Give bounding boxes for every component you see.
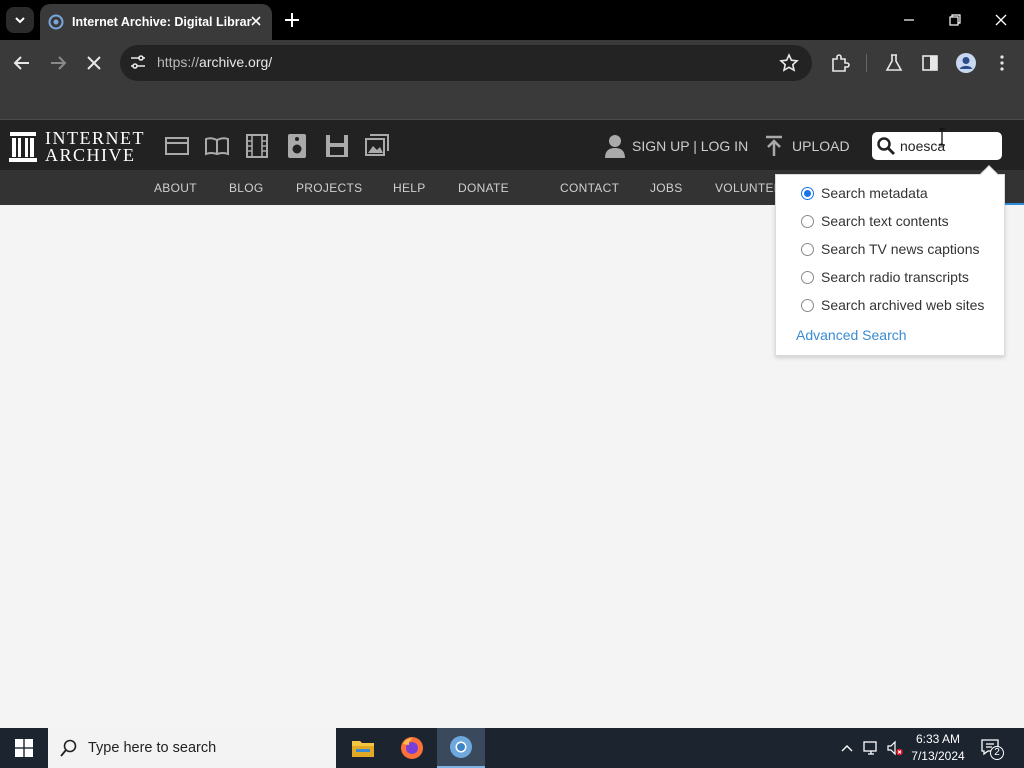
tab-title: Internet Archive: Digital Library bbox=[72, 15, 252, 29]
close-tab-icon[interactable] bbox=[248, 13, 264, 29]
ia-top-nav: INTERNET ARCHIVE SIGN UP | LOG IN UPLOAD bbox=[0, 120, 1024, 170]
ia-logo[interactable]: INTERNET ARCHIVE bbox=[9, 129, 145, 165]
search-option-text-contents[interactable]: Search text contents bbox=[801, 213, 949, 229]
notification-count-badge: 2 bbox=[990, 746, 1004, 760]
taskbar-search-placeholder: Type here to search bbox=[88, 740, 217, 756]
search-icon bbox=[60, 739, 77, 757]
radio-metadata[interactable] bbox=[801, 186, 814, 200]
firefox-icon bbox=[401, 737, 423, 759]
minimize-icon[interactable] bbox=[897, 8, 921, 32]
search-option-metadata[interactable]: Search metadata bbox=[801, 185, 928, 201]
taskbar-file-explorer[interactable] bbox=[339, 728, 387, 768]
search-option-tv-captions[interactable]: Search TV news captions bbox=[801, 241, 980, 257]
text-cursor-icon bbox=[939, 128, 945, 146]
subnav-donate[interactable]: DONATE bbox=[458, 181, 509, 195]
advanced-search-link[interactable]: Advanced Search bbox=[796, 327, 907, 343]
upload-icon bbox=[766, 135, 782, 156]
folder-icon bbox=[352, 741, 374, 757]
clock-time: 6:33 AM bbox=[915, 732, 961, 746]
toolbar-divider bbox=[866, 54, 867, 72]
audio-speaker-icon[interactable] bbox=[284, 133, 310, 159]
restore-icon[interactable] bbox=[943, 8, 967, 32]
address-bar[interactable]: https://archive.org/ bbox=[120, 45, 812, 81]
tab-search-button[interactable] bbox=[6, 7, 34, 33]
chevron-down-icon bbox=[15, 17, 25, 24]
search-icon[interactable] bbox=[876, 136, 896, 156]
windows-taskbar: Type here to search 6:33 AM 7/13/2024 2 bbox=[0, 728, 1024, 768]
url-text: https://archive.org/ bbox=[157, 54, 272, 70]
chrome-icon bbox=[450, 736, 472, 758]
search-option-web-sites[interactable]: Search archived web sites bbox=[801, 297, 984, 313]
web-archive-icon[interactable] bbox=[164, 133, 190, 159]
search-option-label: Search archived web sites bbox=[821, 297, 985, 313]
show-hidden-icons-chevron-icon[interactable] bbox=[838, 739, 856, 757]
search-option-label: Search text contents bbox=[821, 213, 949, 229]
search-box[interactable] bbox=[872, 132, 1002, 160]
site-settings-icon[interactable] bbox=[128, 52, 148, 72]
images-icon[interactable] bbox=[364, 133, 390, 159]
radio-tv-captions[interactable] bbox=[801, 242, 814, 256]
taskbar-chrome[interactable] bbox=[437, 728, 485, 768]
logo-line-2: ARCHIVE bbox=[45, 145, 136, 165]
signup-login-label: SIGN UP | LOG IN bbox=[632, 138, 749, 154]
upload-link[interactable]: UPLOAD bbox=[764, 135, 850, 157]
taskbar-clock[interactable]: 6:33 AM 7/13/2024 bbox=[908, 731, 968, 765]
bookmark-star-icon[interactable] bbox=[778, 52, 800, 74]
browser-menu-icon[interactable] bbox=[991, 52, 1013, 74]
search-option-radio-transcripts[interactable]: Search radio transcripts bbox=[801, 269, 969, 285]
archive-favicon-icon bbox=[48, 14, 64, 30]
search-option-label: Search metadata bbox=[821, 185, 928, 201]
subnav-help[interactable]: HELP bbox=[393, 181, 426, 195]
active-tab[interactable]: Internet Archive: Digital Library bbox=[40, 4, 272, 40]
url-scheme: https:// bbox=[157, 54, 200, 70]
video-film-icon[interactable] bbox=[244, 133, 270, 159]
bookmark-bar bbox=[0, 86, 1024, 120]
subnav-jobs[interactable]: JOBS bbox=[650, 181, 683, 195]
radio-text-contents[interactable] bbox=[801, 214, 814, 228]
new-tab-icon[interactable] bbox=[282, 10, 302, 30]
browser-tab-strip: Internet Archive: Digital Library bbox=[0, 0, 1024, 40]
user-icon bbox=[605, 135, 625, 158]
extensions-icon[interactable] bbox=[829, 52, 851, 74]
texts-book-icon[interactable] bbox=[204, 133, 230, 159]
browser-toolbar: https://archive.org/ bbox=[0, 40, 1024, 86]
software-floppy-icon[interactable] bbox=[324, 133, 350, 159]
network-icon[interactable] bbox=[862, 739, 880, 757]
subnav-about[interactable]: ABOUT bbox=[154, 181, 197, 195]
side-panel-icon[interactable] bbox=[919, 52, 941, 74]
search-option-label: Search TV news captions bbox=[821, 241, 980, 257]
labs-flask-icon[interactable] bbox=[883, 52, 905, 74]
taskbar-firefox[interactable] bbox=[388, 728, 436, 768]
windows-logo-icon bbox=[15, 739, 33, 757]
subnav-blog[interactable]: BLOG bbox=[229, 181, 264, 195]
subnav-contact[interactable]: CONTACT bbox=[560, 181, 619, 195]
archive-building-icon bbox=[9, 132, 37, 162]
radio-radio-transcripts[interactable] bbox=[801, 270, 814, 284]
search-input[interactable] bbox=[900, 138, 996, 154]
start-button[interactable] bbox=[0, 728, 48, 768]
subnav-projects[interactable]: PROJECTS bbox=[296, 181, 362, 195]
close-window-icon[interactable] bbox=[989, 8, 1013, 32]
stop-loading-icon[interactable] bbox=[83, 52, 105, 74]
back-icon[interactable] bbox=[11, 52, 33, 74]
radio-web-sites[interactable] bbox=[801, 298, 814, 312]
notification-center-button[interactable]: 2 bbox=[980, 738, 1004, 760]
search-option-label: Search radio transcripts bbox=[821, 269, 969, 285]
url-host: archive.org/ bbox=[199, 54, 273, 70]
forward-icon[interactable] bbox=[47, 52, 69, 74]
profile-avatar-icon[interactable] bbox=[955, 52, 977, 74]
taskbar-search[interactable]: Type here to search bbox=[48, 728, 336, 768]
volume-muted-icon[interactable] bbox=[886, 739, 904, 757]
signup-login-link[interactable]: SIGN UP | LOG IN bbox=[604, 134, 748, 158]
clock-date: 7/13/2024 bbox=[911, 749, 965, 763]
upload-label: UPLOAD bbox=[792, 138, 850, 154]
search-options-dropdown: Search metadata Search text contents Sea… bbox=[775, 165, 1005, 356]
